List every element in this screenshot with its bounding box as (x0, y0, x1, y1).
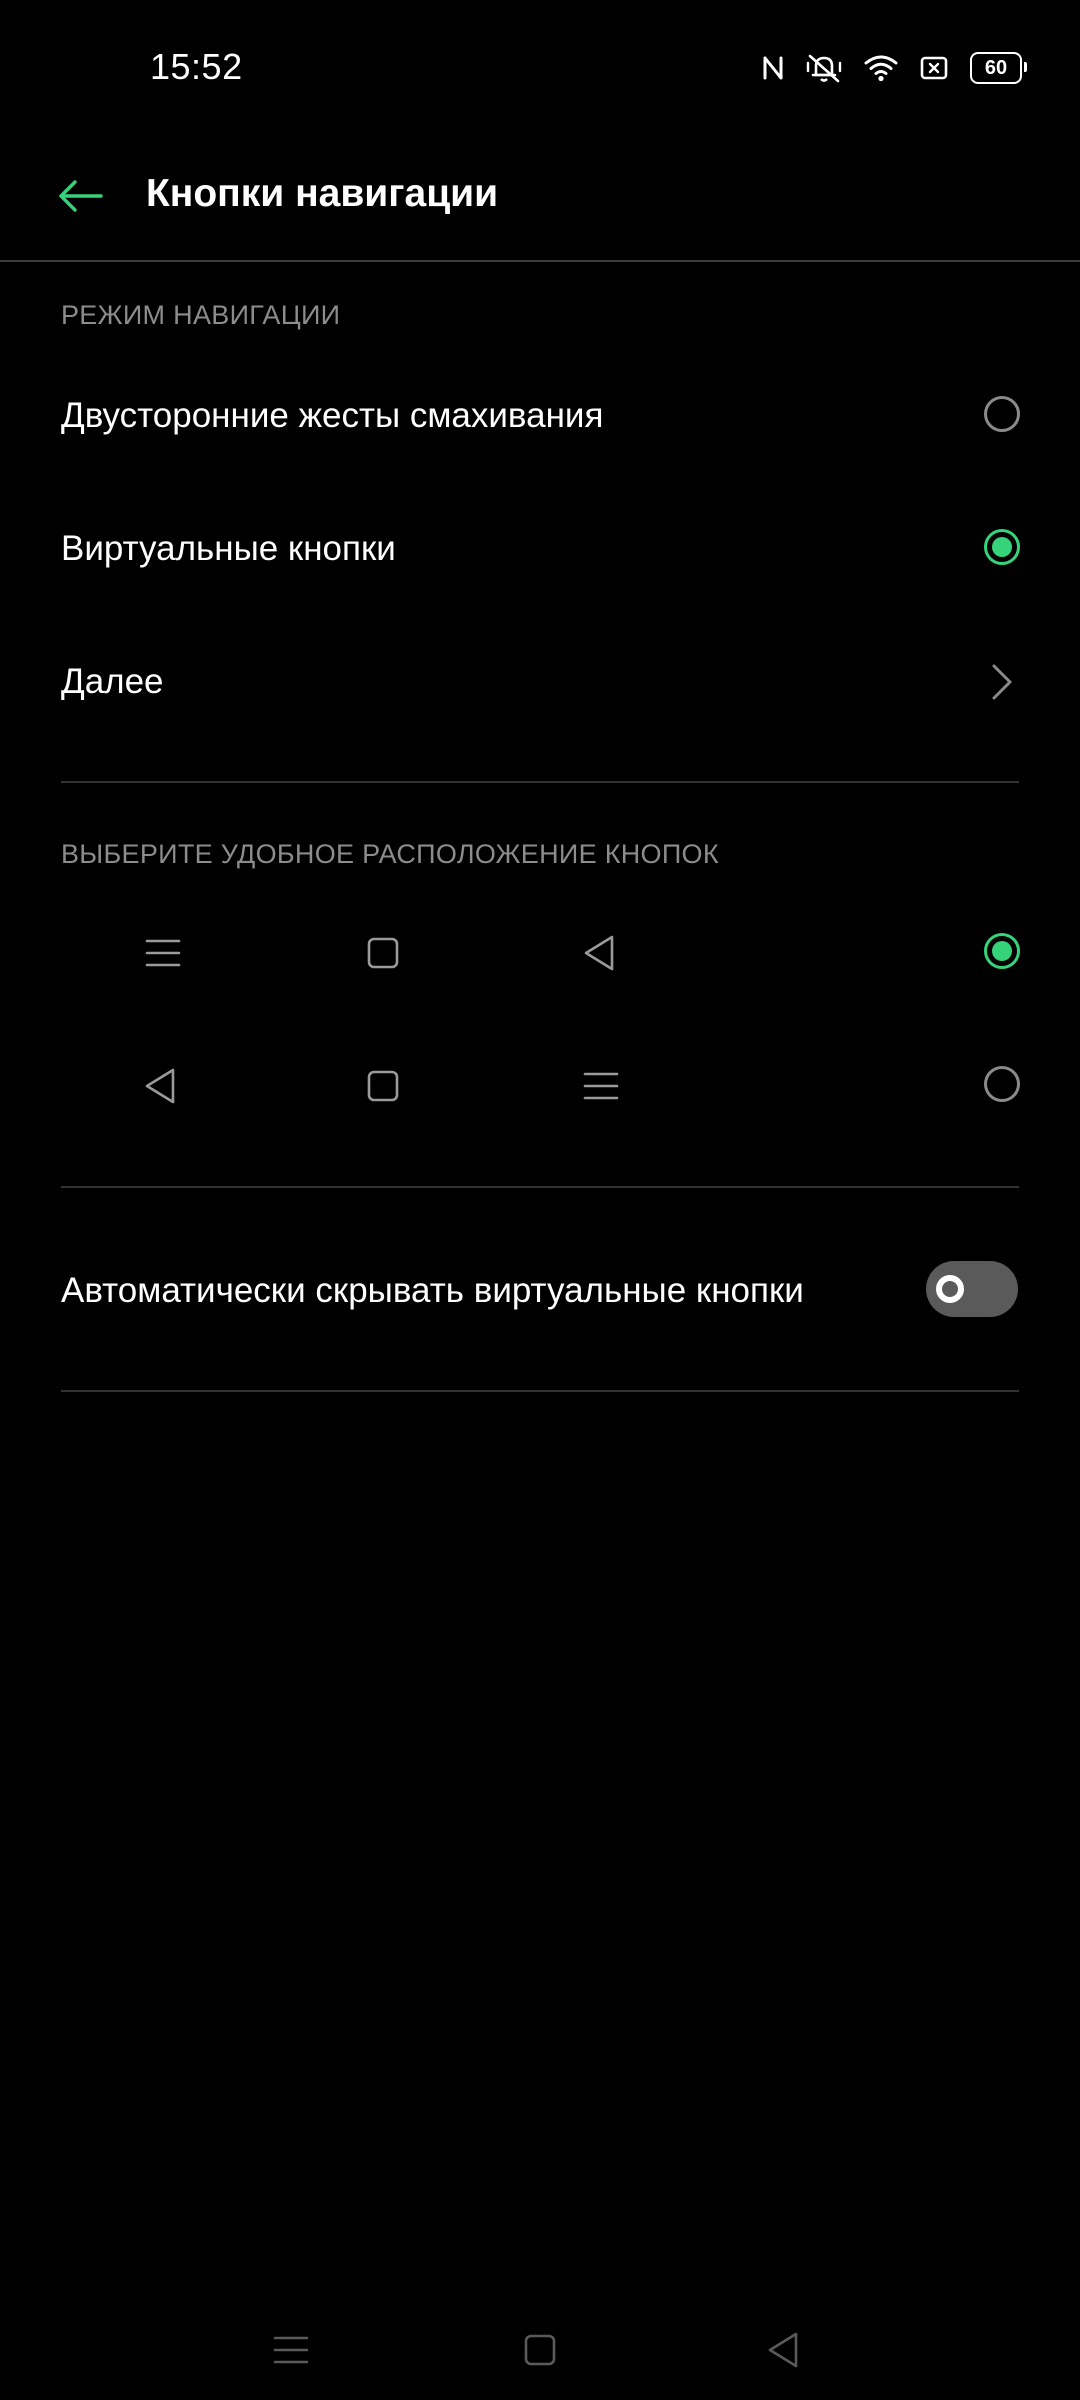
section-label-button-layout: ВЫБЕРИТЕ УДОБНОЕ РАСПОЛОЖЕНИЕ КНОПОК (61, 839, 719, 869)
auto-hide-toggle[interactable] (926, 1261, 1018, 1317)
section-divider (61, 781, 1019, 783)
home-button[interactable] (510, 2320, 570, 2380)
layout-option-2-radio[interactable] (984, 1066, 1020, 1102)
layout-option-2[interactable] (0, 1020, 1080, 1152)
header-divider (0, 260, 1080, 262)
toggle-knob (936, 1275, 964, 1303)
back-arrow-icon (59, 180, 103, 212)
chevron-right-icon (992, 664, 1012, 700)
mute-icon (806, 53, 842, 83)
menu-icon (145, 939, 181, 967)
option-virtual-buttons-radio[interactable] (984, 529, 1020, 565)
section-divider (61, 1186, 1019, 1188)
system-navigation-bar (0, 2300, 1080, 2400)
battery-level: 60 (984, 56, 1008, 79)
status-bar: 15:52 60 (0, 0, 1080, 136)
back-triangle-icon (768, 2332, 798, 2368)
menu-icon (273, 2336, 309, 2364)
layout-option-1-radio[interactable] (984, 933, 1020, 969)
back-button[interactable] (50, 166, 110, 226)
status-time: 15:52 (150, 46, 243, 87)
more-label: Далее (61, 662, 164, 701)
wifi-icon (864, 54, 898, 82)
battery-icon: 60 (970, 52, 1027, 84)
layout-option-1[interactable] (0, 887, 1080, 1019)
sim-icon (920, 56, 948, 80)
back-triangle-icon (145, 1068, 175, 1104)
nfc-icon (762, 54, 784, 82)
option-virtual-buttons-label: Виртуальные кнопки (61, 529, 396, 568)
page-title: Кнопки навигации (146, 172, 499, 215)
back-nav-button[interactable] (754, 2320, 814, 2380)
auto-hide-item[interactable]: Автоматически скрывать виртуальные кнопк… (0, 1225, 1080, 1357)
auto-hide-label: Автоматически скрывать виртуальные кнопк… (61, 1271, 804, 1310)
section-divider (61, 1390, 1019, 1392)
status-icons: 60 (762, 50, 1027, 86)
back-triangle-icon (584, 935, 614, 971)
option-gestures-radio[interactable] (984, 396, 1020, 432)
home-square-icon (367, 937, 399, 969)
menu-icon (583, 1072, 619, 1100)
section-label-navigation-mode: РЕЖИМ НАВИГАЦИИ (61, 300, 341, 330)
option-virtual-buttons[interactable]: Виртуальные кнопки (0, 483, 1080, 615)
option-gestures-label: Двусторонние жесты смахивания (61, 396, 604, 435)
home-square-icon (524, 2334, 556, 2366)
home-square-icon (367, 1070, 399, 1102)
app-header: Кнопки навигации (0, 136, 1080, 260)
option-gestures[interactable]: Двусторонние жесты смахивания (0, 350, 1080, 482)
recents-button[interactable] (261, 2320, 321, 2380)
more-item[interactable]: Далее (0, 616, 1080, 748)
